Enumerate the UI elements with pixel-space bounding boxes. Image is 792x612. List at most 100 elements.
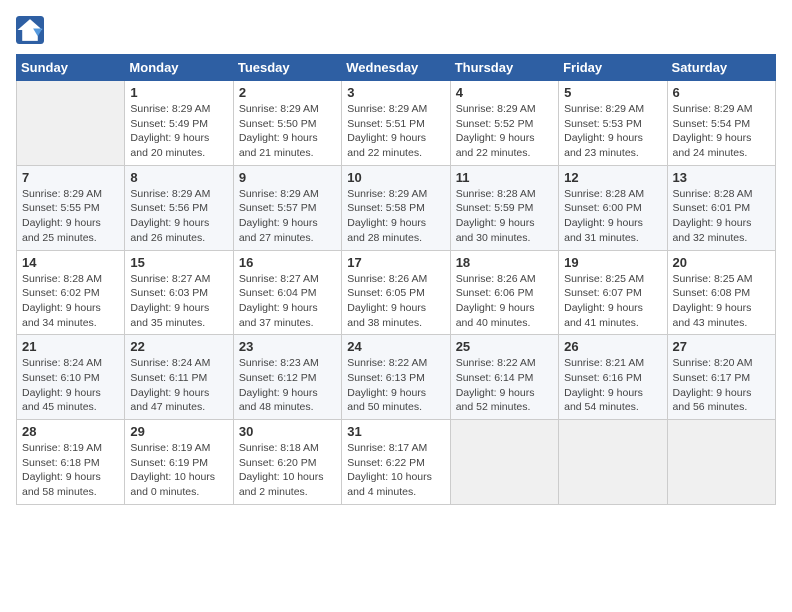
day-info: Sunrise: 8:24 AMSunset: 6:11 PMDaylight:…: [130, 356, 227, 415]
day-number: 13: [673, 170, 770, 185]
day-number: 28: [22, 424, 119, 439]
day-number: 29: [130, 424, 227, 439]
day-info: Sunrise: 8:29 AMSunset: 5:50 PMDaylight:…: [239, 102, 336, 161]
calendar-header-saturday: Saturday: [667, 55, 775, 81]
calendar-header-tuesday: Tuesday: [233, 55, 341, 81]
day-info: Sunrise: 8:19 AMSunset: 6:18 PMDaylight:…: [22, 441, 119, 500]
day-info: Sunrise: 8:20 AMSunset: 6:17 PMDaylight:…: [673, 356, 770, 415]
calendar-header-row: SundayMondayTuesdayWednesdayThursdayFrid…: [17, 55, 776, 81]
calendar-header-wednesday: Wednesday: [342, 55, 450, 81]
logo-icon: [16, 16, 44, 44]
day-number: 11: [456, 170, 553, 185]
day-number: 9: [239, 170, 336, 185]
calendar-cell: 20Sunrise: 8:25 AMSunset: 6:08 PMDayligh…: [667, 250, 775, 335]
day-info: Sunrise: 8:28 AMSunset: 6:01 PMDaylight:…: [673, 187, 770, 246]
calendar-cell: 27 Sunrise: 8:20 AMSunset: 6:17 PMDayligh…: [667, 335, 775, 420]
calendar-cell: 9 Sunrise: 8:29 AMSunset: 5:57 PMDaylight…: [233, 165, 341, 250]
day-info: Sunrise: 8:29 AMSunset: 5:51 PMDaylight:…: [347, 102, 444, 161]
calendar-cell: 12Sunrise: 8:28 AMSunset: 6:00 PMDayligh…: [559, 165, 667, 250]
day-number: 12: [564, 170, 661, 185]
day-number: 23: [239, 339, 336, 354]
day-info: Sunrise: 8:27 AMSunset: 6:04 PMDaylight:…: [239, 272, 336, 331]
day-info: Sunrise: 8:29 AMSunset: 5:56 PMDaylight:…: [130, 187, 227, 246]
calendar-cell: 22Sunrise: 8:24 AMSunset: 6:11 PMDayligh…: [125, 335, 233, 420]
calendar-header-monday: Monday: [125, 55, 233, 81]
calendar-cell: 19 Sunrise: 8:25 AMSunset: 6:07 PMDayligh…: [559, 250, 667, 335]
day-number: 19: [564, 255, 661, 270]
day-info: Sunrise: 8:27 AMSunset: 6:03 PMDaylight:…: [130, 272, 227, 331]
day-info: Sunrise: 8:29 AMSunset: 5:54 PMDaylight:…: [673, 102, 770, 161]
calendar-week-4: 21 Sunrise: 8:24 AMSunset: 6:10 PMDayligh…: [17, 335, 776, 420]
day-info: Sunrise: 8:25 AMSunset: 6:07 PMDaylight:…: [564, 272, 661, 331]
calendar-header-thursday: Thursday: [450, 55, 558, 81]
calendar-cell: 13 Sunrise: 8:28 AMSunset: 6:01 PMDayligh…: [667, 165, 775, 250]
calendar-cell: 31 Sunrise: 8:17 AMSunset: 6:22 PMDayligh…: [342, 420, 450, 505]
page-header: [16, 16, 776, 44]
day-info: Sunrise: 8:29 AMSunset: 5:57 PMDaylight:…: [239, 187, 336, 246]
calendar-cell: 8 Sunrise: 8:29 AMSunset: 5:56 PMDaylight…: [125, 165, 233, 250]
day-info: Sunrise: 8:29 AMSunset: 5:49 PMDaylight:…: [130, 102, 227, 161]
day-info: Sunrise: 8:22 AMSunset: 6:14 PMDaylight:…: [456, 356, 553, 415]
calendar-cell: 18 Sunrise: 8:26 AMSunset: 6:06 PMDayligh…: [450, 250, 558, 335]
calendar-cell: [559, 420, 667, 505]
calendar-cell: 21 Sunrise: 8:24 AMSunset: 6:10 PMDayligh…: [17, 335, 125, 420]
calendar-cell: [17, 81, 125, 166]
day-info: Sunrise: 8:18 AMSunset: 6:20 PMDaylight:…: [239, 441, 336, 500]
calendar-cell: [450, 420, 558, 505]
day-number: 26: [564, 339, 661, 354]
day-info: Sunrise: 8:22 AMSunset: 6:13 PMDaylight:…: [347, 356, 444, 415]
day-number: 14: [22, 255, 119, 270]
day-number: 16: [239, 255, 336, 270]
day-info: Sunrise: 8:17 AMSunset: 6:22 PMDaylight:…: [347, 441, 444, 500]
day-info: Sunrise: 8:21 AMSunset: 6:16 PMDaylight:…: [564, 356, 661, 415]
calendar-cell: 29 Sunrise: 8:19 AMSunset: 6:19 PMDayligh…: [125, 420, 233, 505]
day-info: Sunrise: 8:24 AMSunset: 6:10 PMDaylight:…: [22, 356, 119, 415]
logo: [16, 16, 48, 44]
calendar-week-2: 7 Sunrise: 8:29 AMSunset: 5:55 PMDaylight…: [17, 165, 776, 250]
day-number: 6: [673, 85, 770, 100]
calendar-week-3: 14 Sunrise: 8:28 AMSunset: 6:02 PMDayligh…: [17, 250, 776, 335]
calendar-cell: 26 Sunrise: 8:21 AMSunset: 6:16 PMDayligh…: [559, 335, 667, 420]
calendar-week-5: 28 Sunrise: 8:19 AMSunset: 6:18 PMDayligh…: [17, 420, 776, 505]
day-info: Sunrise: 8:23 AMSunset: 6:12 PMDaylight:…: [239, 356, 336, 415]
day-number: 8: [130, 170, 227, 185]
day-number: 3: [347, 85, 444, 100]
day-info: Sunrise: 8:26 AMSunset: 6:05 PMDaylight:…: [347, 272, 444, 331]
calendar-cell: 17Sunrise: 8:26 AMSunset: 6:05 PMDayligh…: [342, 250, 450, 335]
calendar-cell: 11 Sunrise: 8:28 AMSunset: 5:59 PMDayligh…: [450, 165, 558, 250]
day-info: Sunrise: 8:29 AMSunset: 5:52 PMDaylight:…: [456, 102, 553, 161]
day-number: 25: [456, 339, 553, 354]
day-number: 30: [239, 424, 336, 439]
day-number: 24: [347, 339, 444, 354]
calendar-cell: 6 Sunrise: 8:29 AMSunset: 5:54 PMDaylight…: [667, 81, 775, 166]
calendar-cell: 10 Sunrise: 8:29 AMSunset: 5:58 PMDayligh…: [342, 165, 450, 250]
day-number: 10: [347, 170, 444, 185]
day-number: 18: [456, 255, 553, 270]
calendar-cell: 3 Sunrise: 8:29 AMSunset: 5:51 PMDaylight…: [342, 81, 450, 166]
calendar-cell: 30 Sunrise: 8:18 AMSunset: 6:20 PMDayligh…: [233, 420, 341, 505]
calendar-header-friday: Friday: [559, 55, 667, 81]
day-number: 31: [347, 424, 444, 439]
calendar-cell: 5 Sunrise: 8:29 AMSunset: 5:53 PMDaylight…: [559, 81, 667, 166]
day-number: 5: [564, 85, 661, 100]
calendar-cell: 25 Sunrise: 8:22 AMSunset: 6:14 PMDayligh…: [450, 335, 558, 420]
calendar-week-1: 1Sunrise: 8:29 AMSunset: 5:49 PMDaylight…: [17, 81, 776, 166]
calendar-cell: 14 Sunrise: 8:28 AMSunset: 6:02 PMDayligh…: [17, 250, 125, 335]
calendar-cell: 23 Sunrise: 8:23 AMSunset: 6:12 PMDayligh…: [233, 335, 341, 420]
day-number: 27: [673, 339, 770, 354]
day-number: 7: [22, 170, 119, 185]
calendar-cell: 7 Sunrise: 8:29 AMSunset: 5:55 PMDaylight…: [17, 165, 125, 250]
calendar-cell: 24 Sunrise: 8:22 AMSunset: 6:13 PMDayligh…: [342, 335, 450, 420]
day-number: 21: [22, 339, 119, 354]
day-info: Sunrise: 8:29 AMSunset: 5:58 PMDaylight:…: [347, 187, 444, 246]
day-info: Sunrise: 8:29 AMSunset: 5:53 PMDaylight:…: [564, 102, 661, 161]
day-info: Sunrise: 8:29 AMSunset: 5:55 PMDaylight:…: [22, 187, 119, 246]
day-info: Sunrise: 8:28 AMSunset: 6:02 PMDaylight:…: [22, 272, 119, 331]
day-info: Sunrise: 8:19 AMSunset: 6:19 PMDaylight:…: [130, 441, 227, 500]
day-number: 4: [456, 85, 553, 100]
day-number: 2: [239, 85, 336, 100]
calendar-cell: [667, 420, 775, 505]
day-info: Sunrise: 8:28 AMSunset: 5:59 PMDaylight:…: [456, 187, 553, 246]
day-info: Sunrise: 8:26 AMSunset: 6:06 PMDaylight:…: [456, 272, 553, 331]
calendar-cell: 4 Sunrise: 8:29 AMSunset: 5:52 PMDaylight…: [450, 81, 558, 166]
